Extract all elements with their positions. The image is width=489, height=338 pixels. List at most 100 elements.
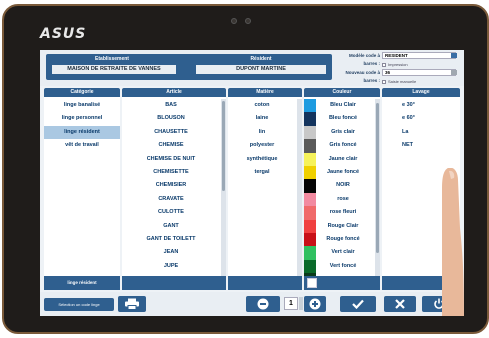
camera-icon bbox=[231, 18, 237, 24]
couleur-item[interactable]: NOIR bbox=[304, 179, 374, 193]
article-item[interactable]: JUPE bbox=[122, 260, 220, 273]
validate-button[interactable] bbox=[340, 296, 376, 312]
plus-circle-icon bbox=[309, 298, 321, 310]
couleur-item[interactable]: Rouge foncé bbox=[304, 232, 374, 247]
resident-label: Résident bbox=[250, 56, 272, 62]
couleur-item[interactable]: rose fleuri bbox=[304, 206, 374, 220]
checkbox-icon[interactable] bbox=[382, 79, 386, 84]
lavage-header: Lavage bbox=[382, 88, 460, 97]
categorie-item[interactable]: vêt de travail bbox=[44, 139, 120, 152]
couleur-label: Rouge foncé bbox=[326, 235, 360, 242]
article-item[interactable]: CHEMISE DE NUIT bbox=[122, 153, 220, 166]
modele-select[interactable]: RESIDENT bbox=[382, 52, 457, 59]
couleur-label: Bleu foncé bbox=[328, 115, 358, 122]
close-icon bbox=[395, 299, 405, 309]
couleur-item[interactable]: Gris foncé bbox=[304, 139, 374, 153]
matiere-scrollbar[interactable] bbox=[297, 99, 302, 286]
couleur-label: Rouge Clair bbox=[327, 222, 359, 229]
check-icon bbox=[352, 299, 364, 309]
matiere-item[interactable]: polyester bbox=[228, 139, 296, 152]
couleur-footer bbox=[304, 276, 380, 290]
matiere-column: Matière coton laine lin polyester synthétiqu… bbox=[228, 88, 302, 288]
matiere-item[interactable]: lin bbox=[228, 126, 296, 139]
article-item[interactable]: GANT bbox=[122, 220, 220, 233]
quantity-field[interactable]: 1 bbox=[284, 297, 298, 310]
nouveau-label: Nouveau code à barres : bbox=[345, 70, 380, 83]
etablissement-field[interactable]: MAISON DE RETRAITE DE VANNES bbox=[52, 65, 176, 74]
quantity-spinner[interactable] bbox=[299, 297, 303, 310]
couleur-list: Bleu Clair Bleu foncé Gris clair Gris foncé… bbox=[304, 99, 374, 288]
article-item[interactable]: JEAN bbox=[122, 246, 220, 259]
resident-field[interactable]: DUPONT MARTINE bbox=[196, 65, 326, 74]
couleur-label: Gris clair bbox=[331, 128, 355, 135]
color-swatch bbox=[304, 112, 316, 126]
impression-checkbox[interactable]: Impression bbox=[382, 62, 408, 67]
top-bar: Etablissement MAISON DE RETRAITE DE VANN… bbox=[40, 50, 464, 86]
article-item[interactable]: GANT DE TOILETT bbox=[122, 233, 220, 246]
checkbox-icon[interactable] bbox=[382, 62, 386, 67]
color-swatch bbox=[304, 125, 316, 140]
couleur-item[interactable]: Rouge Clair bbox=[304, 219, 374, 233]
matiere-item[interactable]: coton bbox=[228, 99, 296, 112]
article-item[interactable]: CHEMISETTE bbox=[122, 166, 220, 179]
couleur-item[interactable]: Bleu foncé bbox=[304, 112, 374, 126]
matiere-item[interactable]: laine bbox=[228, 112, 296, 125]
print-button[interactable] bbox=[118, 296, 146, 312]
saisie-label: Saisie manuelle bbox=[388, 79, 417, 84]
matiere-item[interactable]: tergal bbox=[228, 166, 296, 179]
lavage-item[interactable]: e 30° bbox=[382, 99, 460, 112]
saisie-checkbox[interactable]: Saisie manuelle bbox=[382, 79, 416, 84]
nouveau-row: Nouveau code à barres : 36 bbox=[336, 69, 462, 83]
article-item[interactable]: CHAUSETTE bbox=[122, 126, 220, 139]
couleur-label: NOIR bbox=[336, 182, 350, 189]
lavage-item[interactable]: La bbox=[382, 126, 460, 139]
lavage-item[interactable]: e 60° bbox=[382, 112, 460, 125]
couleur-item[interactable]: Bleu Clair bbox=[304, 99, 374, 113]
couleur-label: Vert clair bbox=[331, 249, 355, 256]
couleur-scrollbar[interactable] bbox=[375, 99, 380, 286]
chevron-down-icon[interactable] bbox=[451, 53, 457, 58]
tablet-frame: ASUS Etablissement MAISON DE RETRAITE DE… bbox=[2, 4, 489, 334]
article-header: Article bbox=[122, 88, 226, 97]
nouveau-input[interactable]: 36 bbox=[382, 69, 457, 76]
couleur-header: Couleur bbox=[304, 88, 380, 97]
header-panel: Etablissement MAISON DE RETRAITE DE VANN… bbox=[46, 54, 332, 80]
scroll-thumb[interactable] bbox=[376, 103, 379, 253]
couleur-label: Jaune clair bbox=[328, 155, 358, 162]
couleur-item[interactable]: Vert clair bbox=[304, 246, 374, 260]
article-item[interactable]: CHEMISE bbox=[122, 139, 220, 152]
sensor-icon bbox=[245, 18, 251, 24]
couleur-item[interactable]: Jaune foncé bbox=[304, 165, 374, 180]
article-item[interactable]: CHEMISIER bbox=[122, 179, 220, 192]
couleur-item[interactable]: Vert foncé bbox=[304, 259, 374, 274]
categorie-list: linge banalisé linge personnel linge résid… bbox=[44, 99, 120, 288]
couleur-label: Vert foncé bbox=[329, 262, 357, 269]
couleur-item[interactable]: Jaune clair bbox=[304, 152, 374, 166]
increment-button[interactable] bbox=[304, 296, 326, 312]
lavage-item[interactable]: NET bbox=[382, 139, 460, 152]
select-code-button[interactable]: Sélection un code linge bbox=[44, 298, 114, 311]
selected-categorie-text: linge résident bbox=[67, 280, 97, 285]
article-item[interactable]: CRAVATE bbox=[122, 193, 220, 206]
modele-row: Modèle code à barres : RESIDENT bbox=[336, 52, 462, 66]
couleur-item[interactable]: rose bbox=[304, 192, 374, 207]
impression-label: Impression bbox=[388, 62, 408, 67]
matiere-header: Matière bbox=[228, 88, 302, 97]
article-item[interactable]: CULOTTE bbox=[122, 206, 220, 219]
article-item[interactable]: BLOUSON bbox=[122, 112, 220, 125]
article-item[interactable]: BAS bbox=[122, 99, 220, 112]
categorie-item[interactable]: linge résident bbox=[44, 125, 120, 140]
couleur-label: Gris foncé bbox=[329, 142, 357, 149]
stepper-arrows-icon[interactable] bbox=[451, 70, 457, 75]
categorie-item[interactable]: linge personnel bbox=[44, 112, 120, 125]
categorie-item[interactable]: linge banalisé bbox=[44, 99, 120, 112]
color-swatch bbox=[304, 139, 316, 153]
article-scrollbar[interactable] bbox=[221, 99, 226, 286]
matiere-item[interactable]: synthétique bbox=[228, 153, 296, 166]
decrement-button[interactable] bbox=[246, 296, 280, 312]
article-column: Article BAS BLOUSON CHAUSETTE CHEMISE CHEMIS… bbox=[122, 88, 226, 288]
couleur-item[interactable]: Gris clair bbox=[304, 125, 374, 140]
couleur-column: Couleur Bleu Clair Bleu foncé Gris clair Gr… bbox=[304, 88, 380, 288]
cancel-button[interactable] bbox=[384, 296, 416, 312]
scroll-thumb[interactable] bbox=[222, 101, 225, 191]
